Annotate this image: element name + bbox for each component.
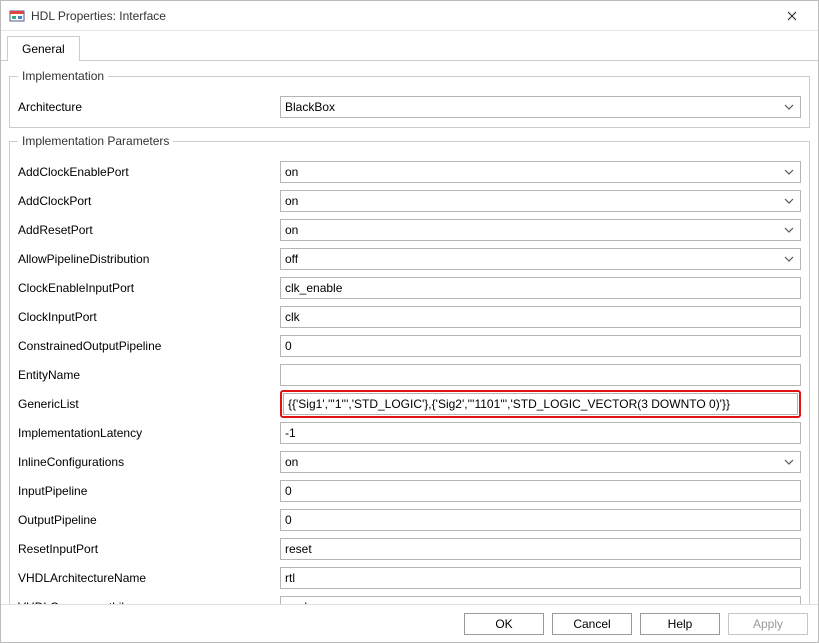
- body-area: Implementation Architecture BlackBox Imp…: [1, 61, 818, 604]
- row-allowpipelinedistribution: AllowPipelineDistribution off: [18, 246, 801, 272]
- architecture-value: BlackBox: [285, 98, 335, 116]
- entityname-label: EntityName: [18, 368, 280, 382]
- row-entityname: EntityName: [18, 362, 801, 388]
- apply-button[interactable]: Apply: [728, 613, 808, 635]
- implementationlatency-input[interactable]: [280, 422, 801, 444]
- tabs-row: General: [1, 31, 818, 61]
- addclockport-value: on: [285, 192, 298, 210]
- resetinputport-label: ResetInputPort: [18, 542, 280, 556]
- genericlist-highlight: [280, 390, 801, 418]
- clockinputport-label: ClockInputPort: [18, 310, 280, 324]
- row-outputpipeline: OutputPipeline: [18, 507, 801, 533]
- chevron-down-icon: [782, 100, 796, 114]
- row-implementationlatency: ImplementationLatency: [18, 420, 801, 446]
- app-icon: [9, 8, 25, 24]
- chevron-down-icon: [782, 252, 796, 266]
- addresetport-value: on: [285, 221, 298, 239]
- group-implementation-legend: Implementation: [18, 69, 108, 83]
- group-implementation: Implementation Architecture BlackBox: [9, 69, 810, 128]
- row-addclockenableport: AddClockEnablePort on: [18, 159, 801, 185]
- close-icon[interactable]: [772, 2, 812, 30]
- resetinputport-input[interactable]: [280, 538, 801, 560]
- row-vhdlcomponentlibrary: VHDLComponentLibrary: [18, 594, 801, 604]
- dialog-window: HDL Properties: Interface General Implem…: [0, 0, 819, 643]
- row-genericlist: GenericList: [18, 391, 801, 417]
- chevron-down-icon: [782, 223, 796, 237]
- titlebar: HDL Properties: Interface: [1, 1, 818, 31]
- button-bar: OK Cancel Help Apply: [1, 604, 818, 642]
- inputpipeline-input[interactable]: [280, 480, 801, 502]
- group-implparams-legend: Implementation Parameters: [18, 134, 173, 148]
- addclockenableport-select[interactable]: on: [280, 161, 801, 183]
- allowpipelinedistribution-value: off: [285, 250, 298, 268]
- genericlist-label: GenericList: [18, 397, 280, 411]
- help-button[interactable]: Help: [640, 613, 720, 635]
- row-addresetport: AddResetPort on: [18, 217, 801, 243]
- addclockport-select[interactable]: on: [280, 190, 801, 212]
- allowpipelinedistribution-label: AllowPipelineDistribution: [18, 252, 280, 266]
- cancel-button[interactable]: Cancel: [552, 613, 632, 635]
- vhdlarchitecturename-input[interactable]: [280, 567, 801, 589]
- addresetport-select[interactable]: on: [280, 219, 801, 241]
- row-clockinputport: ClockInputPort: [18, 304, 801, 330]
- row-resetinputport: ResetInputPort: [18, 536, 801, 562]
- constrainedoutputpipeline-label: ConstrainedOutputPipeline: [18, 339, 280, 353]
- row-clockenableinputport: ClockEnableInputPort: [18, 275, 801, 301]
- architecture-label: Architecture: [18, 100, 280, 114]
- chevron-down-icon: [782, 194, 796, 208]
- addresetport-label: AddResetPort: [18, 223, 280, 237]
- addclockenableport-label: AddClockEnablePort: [18, 165, 280, 179]
- row-inlineconfigurations: InlineConfigurations on: [18, 449, 801, 475]
- row-constrainedoutputpipeline: ConstrainedOutputPipeline: [18, 333, 801, 359]
- clockinputport-input[interactable]: [280, 306, 801, 328]
- row-inputpipeline: InputPipeline: [18, 478, 801, 504]
- genericlist-input[interactable]: [283, 393, 798, 415]
- vhdlarchitecturename-label: VHDLArchitectureName: [18, 571, 280, 585]
- architecture-select[interactable]: BlackBox: [280, 96, 801, 118]
- row-vhdlarchitecturename: VHDLArchitectureName: [18, 565, 801, 591]
- addclockport-label: AddClockPort: [18, 194, 280, 208]
- addclockenableport-value: on: [285, 163, 298, 181]
- row-addclockport: AddClockPort on: [18, 188, 801, 214]
- inlineconfigurations-value: on: [285, 453, 298, 471]
- tab-general[interactable]: General: [7, 36, 80, 61]
- ok-button[interactable]: OK: [464, 613, 544, 635]
- constrainedoutputpipeline-input[interactable]: [280, 335, 801, 357]
- clockenableinputport-label: ClockEnableInputPort: [18, 281, 280, 295]
- inlineconfigurations-select[interactable]: on: [280, 451, 801, 473]
- chevron-down-icon: [782, 455, 796, 469]
- outputpipeline-label: OutputPipeline: [18, 513, 280, 527]
- inputpipeline-label: InputPipeline: [18, 484, 280, 498]
- outputpipeline-input[interactable]: [280, 509, 801, 531]
- entityname-input[interactable]: [280, 364, 801, 386]
- allowpipelinedistribution-select[interactable]: off: [280, 248, 801, 270]
- inlineconfigurations-label: InlineConfigurations: [18, 455, 280, 469]
- group-implparams: Implementation Parameters AddClockEnable…: [9, 134, 810, 604]
- row-architecture: Architecture BlackBox: [18, 94, 801, 120]
- chevron-down-icon: [782, 165, 796, 179]
- clockenableinputport-input[interactable]: [280, 277, 801, 299]
- implementationlatency-label: ImplementationLatency: [18, 426, 280, 440]
- architecture-control: BlackBox: [280, 96, 801, 118]
- window-title: HDL Properties: Interface: [31, 9, 772, 23]
- vhdlcomponentlibrary-input[interactable]: [280, 596, 801, 604]
